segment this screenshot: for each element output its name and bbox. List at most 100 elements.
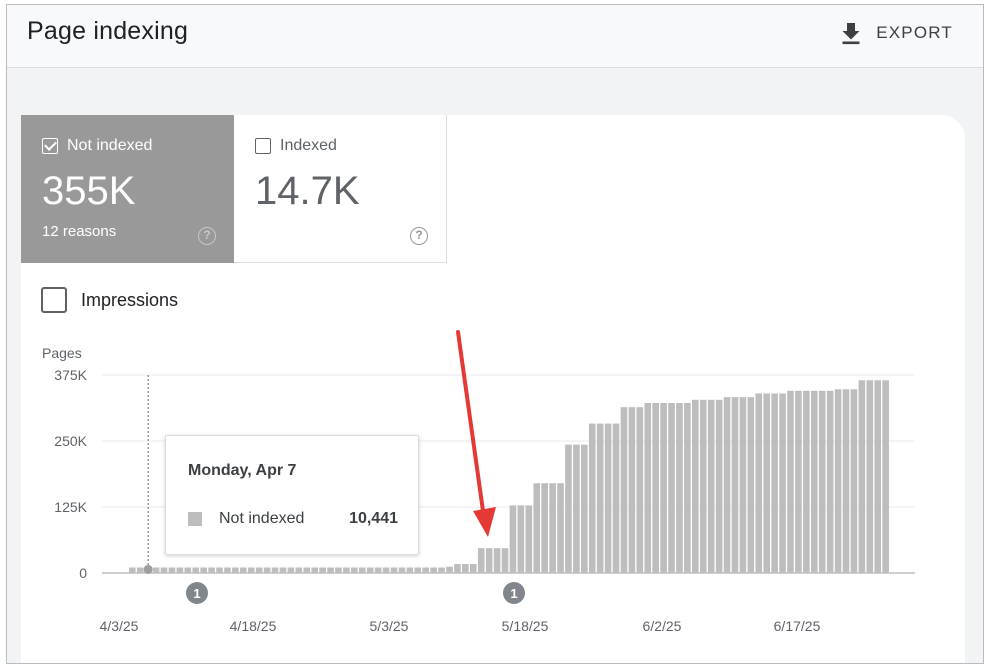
chart-bar	[692, 399, 699, 573]
chart-bar	[509, 505, 517, 573]
chart-bar	[660, 402, 667, 573]
chart-bar	[184, 567, 192, 573]
chart-bar	[755, 393, 763, 573]
hover-point	[143, 564, 153, 574]
chart-bar	[152, 567, 160, 573]
chart-bar	[842, 389, 850, 573]
chart-bar	[335, 567, 342, 573]
x-tick-label: 4/3/25	[100, 618, 139, 634]
chart-bar	[160, 567, 168, 573]
chart-bar	[866, 380, 874, 573]
chart-bar	[549, 483, 556, 573]
chart-bar	[271, 567, 279, 573]
red-arrow-head	[473, 507, 496, 537]
chart-bar	[517, 505, 525, 573]
chart-bar	[319, 567, 326, 573]
chart-bar	[366, 567, 374, 573]
y-tick-label: 0	[79, 565, 87, 581]
page-indexing-panel: Page indexing EXPORT Not indexed 355K 12…	[6, 4, 984, 664]
chart-bar	[763, 393, 770, 573]
chart-bar	[731, 397, 739, 573]
chart-bar	[699, 399, 707, 573]
chart-bar	[446, 566, 453, 573]
x-tick-label: 5/18/25	[502, 618, 549, 634]
chart-bar	[803, 390, 810, 573]
chart-bar	[374, 567, 382, 573]
chart-bar	[581, 444, 588, 573]
chart-bar	[628, 407, 636, 573]
chart-bar	[652, 402, 659, 573]
chart-bar	[351, 567, 358, 573]
chart-bar	[382, 567, 390, 573]
chart-bar	[224, 567, 231, 573]
chart-bar	[279, 567, 287, 573]
indexing-chart: Pages 0 125K 250K 375K 4/3/25 4/18/25 5/3/25 5/1…	[42, 330, 915, 634]
x-tick-label: 4/18/25	[230, 618, 277, 634]
chart-bar	[573, 444, 580, 573]
chart-bar	[795, 390, 802, 573]
chart-bar	[469, 564, 477, 573]
chart-bar	[208, 567, 215, 573]
y-tick-label: 250K	[54, 433, 87, 449]
chart-bar	[422, 567, 430, 573]
chart-bar	[343, 567, 350, 573]
chart-bar	[810, 390, 818, 573]
annotation-label: 1	[510, 586, 517, 601]
chart-bar	[398, 567, 406, 573]
chart-bar	[129, 567, 136, 573]
tooltip-row: Not indexed 10,441	[188, 510, 398, 528]
chart-bar	[176, 567, 184, 573]
chart-bar	[779, 393, 786, 573]
chart-bar	[771, 393, 778, 573]
chart-bar	[216, 567, 223, 573]
x-tick-label: 6/2/25	[643, 618, 682, 634]
chart-bar	[588, 423, 596, 573]
chart-bar	[358, 567, 366, 573]
tooltip-series: Not indexed	[219, 510, 305, 527]
chart-bar	[390, 567, 398, 573]
chart-bar	[430, 567, 437, 573]
chart-bar	[263, 567, 271, 573]
chart-bar	[541, 483, 548, 573]
chart-bar	[644, 402, 652, 573]
chart-bar	[533, 483, 541, 573]
chart-bar	[303, 567, 311, 573]
chart-bar	[739, 397, 747, 573]
chart-bar	[501, 548, 509, 573]
chart-bar	[834, 389, 842, 573]
chart-bar	[882, 380, 889, 573]
chart-bar	[493, 548, 501, 573]
chart-bar	[612, 423, 620, 573]
chart-bar	[676, 402, 683, 573]
chart-bar	[406, 567, 414, 573]
tooltip-value: 10,441	[349, 510, 398, 527]
chart-bar	[311, 567, 318, 573]
chart-bar	[858, 380, 866, 573]
chart-bar	[715, 399, 723, 573]
chart-bar	[684, 402, 691, 573]
chart-bar	[454, 564, 461, 573]
chart-bar	[462, 564, 469, 573]
chart-bar	[707, 399, 715, 573]
chart-bar	[232, 567, 239, 573]
chart-bar	[287, 567, 295, 573]
x-tick-label: 6/17/25	[774, 618, 821, 634]
chart-tooltip: Monday, Apr 7 Not indexed 10,441	[165, 435, 419, 555]
chart-bar	[327, 567, 334, 573]
chart-bar	[604, 423, 612, 573]
y-tick-label: 375K	[54, 367, 87, 383]
annotation-label: 1	[193, 586, 200, 601]
y-tick-label: 125K	[54, 499, 87, 515]
chart-bar	[485, 548, 493, 573]
chart-bar	[826, 390, 834, 573]
x-tick-label: 5/3/25	[370, 618, 409, 634]
chart-bar	[240, 567, 247, 573]
chart-bar	[477, 548, 485, 573]
chart-bar	[295, 567, 303, 573]
chart-bar	[874, 380, 882, 573]
chart-bar	[136, 567, 144, 573]
chart-bar	[787, 390, 794, 573]
chart-bar	[668, 402, 675, 573]
chart-bar	[850, 389, 858, 573]
y-axis-label: Pages	[42, 345, 82, 361]
